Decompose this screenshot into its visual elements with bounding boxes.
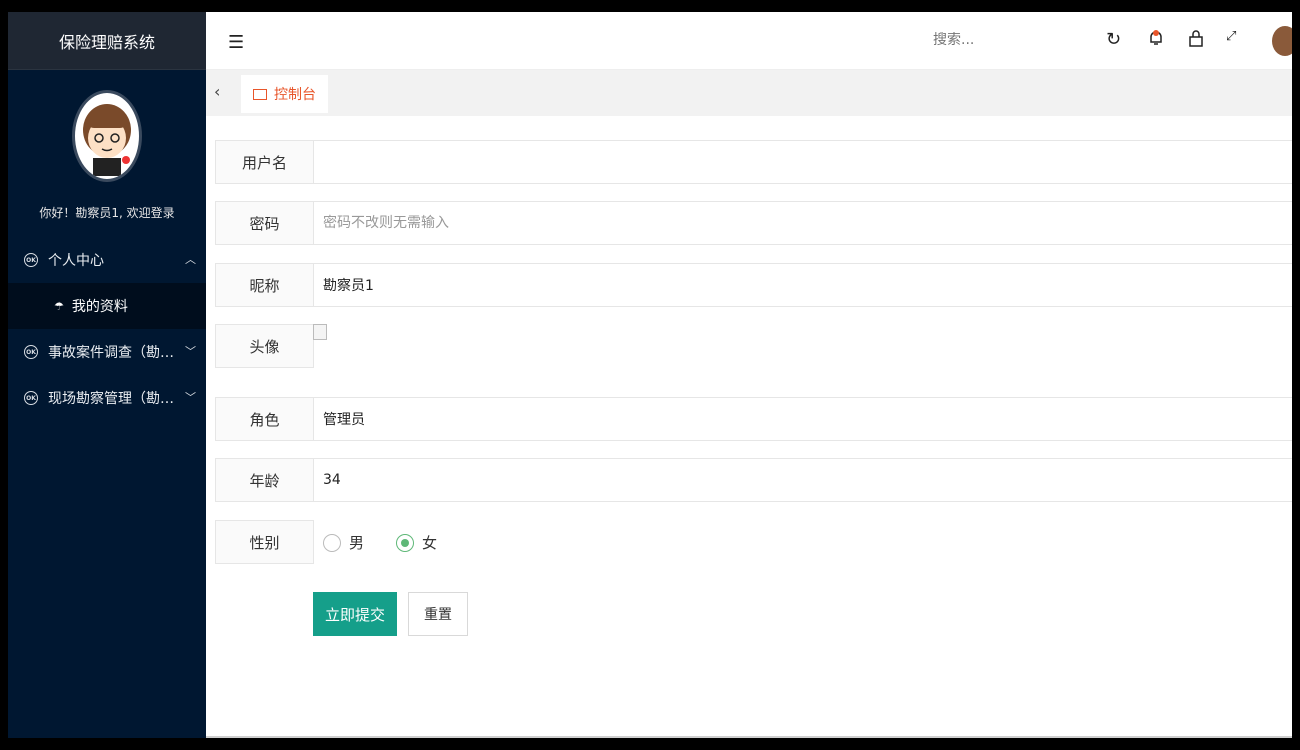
gender-female-label: 女 bbox=[422, 534, 438, 552]
sidebar-nav: OK 个人中心 ︿ ☂ 我的资料 OK 事故案件调查（勘察... ﹀ OK 现场… bbox=[8, 237, 206, 421]
age-input[interactable] bbox=[313, 458, 1292, 502]
tab-bar: ‹ 控制台 bbox=[206, 70, 1292, 116]
ok-icon: OK bbox=[24, 391, 38, 405]
app-title: 保险理赔系统 bbox=[8, 12, 206, 70]
nickname-label: 昵称 bbox=[215, 263, 314, 307]
gender-radio-female[interactable] bbox=[396, 533, 415, 552]
chevron-down-icon: ﹀ bbox=[185, 391, 196, 404]
form-row-role: 角色 bbox=[215, 397, 1292, 441]
avatar-label: 头像 bbox=[215, 324, 314, 368]
role-label: 角色 bbox=[215, 397, 314, 441]
broken-image-icon[interactable] bbox=[313, 324, 327, 340]
sidebar-item-label: 事故案件调查（勘察... bbox=[48, 345, 176, 361]
lock-icon[interactable] bbox=[1188, 29, 1204, 52]
form-row-avatar: 头像 bbox=[215, 324, 1292, 368]
chevron-down-icon: ﹀ bbox=[185, 345, 196, 358]
form-row-nickname: 昵称 bbox=[215, 263, 1292, 307]
refresh-icon[interactable]: ↻ bbox=[1106, 29, 1121, 50]
app-window: 保险理赔系统 你好！勘察员1, 欢迎登录 OK 个人中心 ︿ ☂ 我的资料 OK… bbox=[8, 12, 1292, 738]
sidebar-item-site-survey[interactable]: OK 现场勘察管理（勘察... ﹀ bbox=[8, 375, 206, 421]
sidebar-item-personal-center[interactable]: OK 个人中心 ︿ bbox=[8, 237, 206, 283]
age-label: 年龄 bbox=[215, 458, 314, 502]
sidebar: 保险理赔系统 你好！勘察员1, 欢迎登录 OK 个人中心 ︿ ☂ 我的资料 OK… bbox=[8, 12, 206, 738]
chevron-up-icon: ︿ bbox=[185, 253, 196, 266]
welcome-text: 你好！勘察员1, 欢迎登录 bbox=[39, 206, 175, 220]
header-avatar[interactable] bbox=[1272, 26, 1292, 56]
reset-button[interactable]: 重置 bbox=[408, 592, 468, 636]
submit-button[interactable]: 立即提交 bbox=[313, 592, 397, 636]
form-row-username: 用户名 bbox=[215, 140, 1292, 184]
gender-radio-male[interactable] bbox=[323, 533, 341, 552]
fullscreen-icon[interactable]: ⤢ bbox=[1226, 29, 1236, 44]
menu-fold-icon[interactable]: ☰ bbox=[228, 32, 244, 53]
ok-icon: OK bbox=[24, 345, 38, 359]
nickname-input[interactable] bbox=[313, 263, 1292, 307]
password-label: 密码 bbox=[215, 201, 314, 245]
bottom-divider bbox=[206, 736, 1292, 738]
gender-male-label: 男 bbox=[349, 534, 365, 552]
cartoon-avatar-icon bbox=[83, 104, 131, 176]
ok-icon: OK bbox=[24, 253, 38, 267]
tab-label: 控制台 bbox=[274, 87, 316, 103]
password-input[interactable] bbox=[313, 201, 1292, 245]
umbrella-icon: ☂ bbox=[54, 299, 64, 313]
sidebar-subitem-label: 我的资料 bbox=[71, 299, 128, 315]
sidebar-subitem-my-profile[interactable]: ☂ 我的资料 bbox=[8, 283, 206, 329]
username-input[interactable] bbox=[313, 140, 1292, 184]
form-row-age: 年龄 bbox=[215, 458, 1292, 502]
role-input[interactable] bbox=[313, 397, 1292, 441]
search-input[interactable] bbox=[933, 32, 1053, 48]
bell-icon[interactable] bbox=[1148, 29, 1164, 52]
user-avatar[interactable] bbox=[72, 90, 142, 182]
sidebar-item-label: 现场勘察管理（勘察... bbox=[48, 391, 176, 407]
form-row-password: 密码 bbox=[215, 201, 1292, 245]
form-row-gender: 性别 男 女 bbox=[215, 520, 1292, 564]
monitor-icon bbox=[253, 88, 267, 100]
gender-radio-group: 男 女 bbox=[323, 532, 469, 553]
gender-label: 性别 bbox=[215, 520, 314, 564]
top-header: ☰ ↻ ⤢ bbox=[206, 12, 1292, 70]
tab-console[interactable]: 控制台 bbox=[241, 75, 328, 113]
sidebar-item-accident-investigation[interactable]: OK 事故案件调查（勘察... ﹀ bbox=[8, 329, 206, 375]
sidebar-item-label: 个人中心 bbox=[48, 253, 104, 269]
chevron-left-icon[interactable]: ‹ bbox=[214, 82, 220, 101]
username-label: 用户名 bbox=[215, 140, 314, 184]
